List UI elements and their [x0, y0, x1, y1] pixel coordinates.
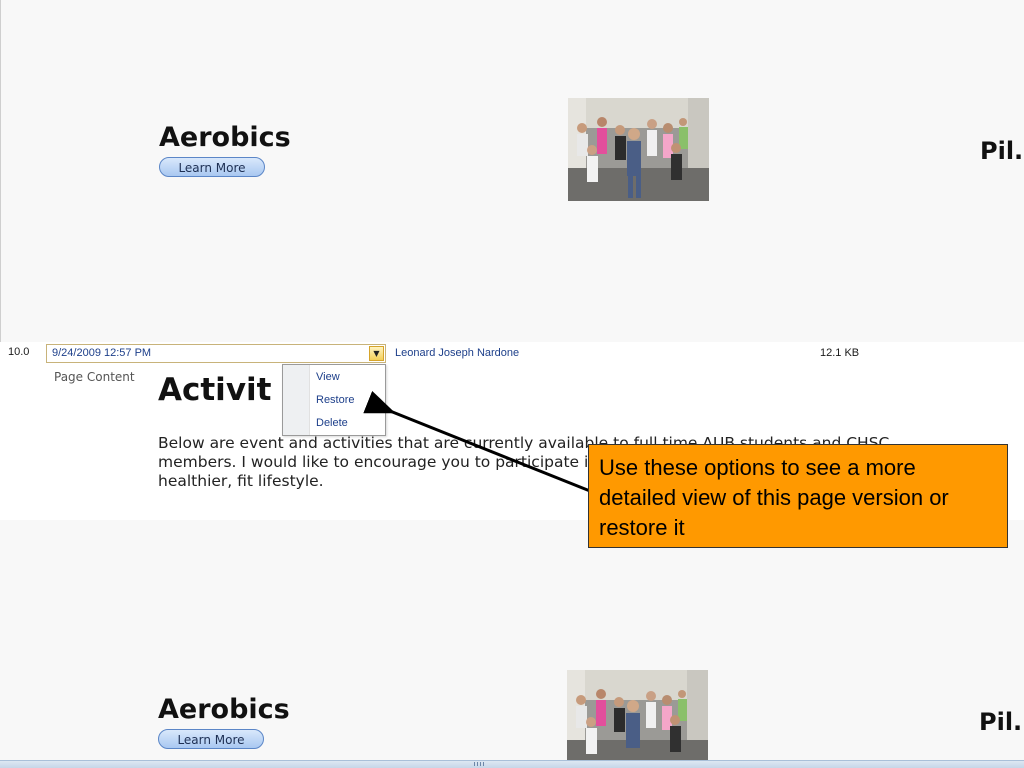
version-number: 10.0 [8, 346, 30, 358]
aerobics-title: Aerobics [158, 694, 290, 725]
learn-more-button[interactable]: Learn More [159, 157, 265, 177]
menu-item-restore[interactable]: Restore [316, 394, 355, 406]
version-author-link[interactable]: Leonard Joseph Nardone [395, 347, 519, 359]
menu-item-view[interactable]: View [316, 371, 340, 383]
pilates-title: Pil... [980, 137, 1024, 165]
menu-item-delete[interactable]: Delete [316, 417, 348, 429]
scroll-grip-icon[interactable] [474, 762, 484, 766]
bottom-page-preview: Aerobics Learn More Pil... [0, 520, 1024, 768]
menu-icon-gutter [283, 365, 310, 435]
chevron-down-icon[interactable]: ▼ [369, 346, 384, 361]
horizontal-scrollbar[interactable] [0, 760, 1024, 768]
version-date-dropdown[interactable]: 9/24/2009 12:57 PM ▼ [46, 344, 386, 363]
activities-heading: Activit [158, 372, 272, 408]
pilates-title: Pil... [979, 708, 1024, 736]
page-content-label: Page Content [54, 370, 135, 384]
aerobics-class-photo-icon [567, 670, 708, 760]
aerobics-title: Aerobics [159, 122, 291, 153]
top-page-preview: Aerobics Learn More Pil... [0, 0, 1024, 342]
instruction-callout: Use these options to see a more detailed… [588, 444, 1008, 548]
learn-more-button[interactable]: Learn More [158, 729, 264, 749]
aerobics-class-photo-icon [568, 98, 709, 201]
version-date-link[interactable]: 9/24/2009 12:57 PM [52, 347, 151, 359]
version-context-menu: View Restore Delete [282, 364, 386, 436]
version-size: 12.1 KB [820, 347, 860, 359]
